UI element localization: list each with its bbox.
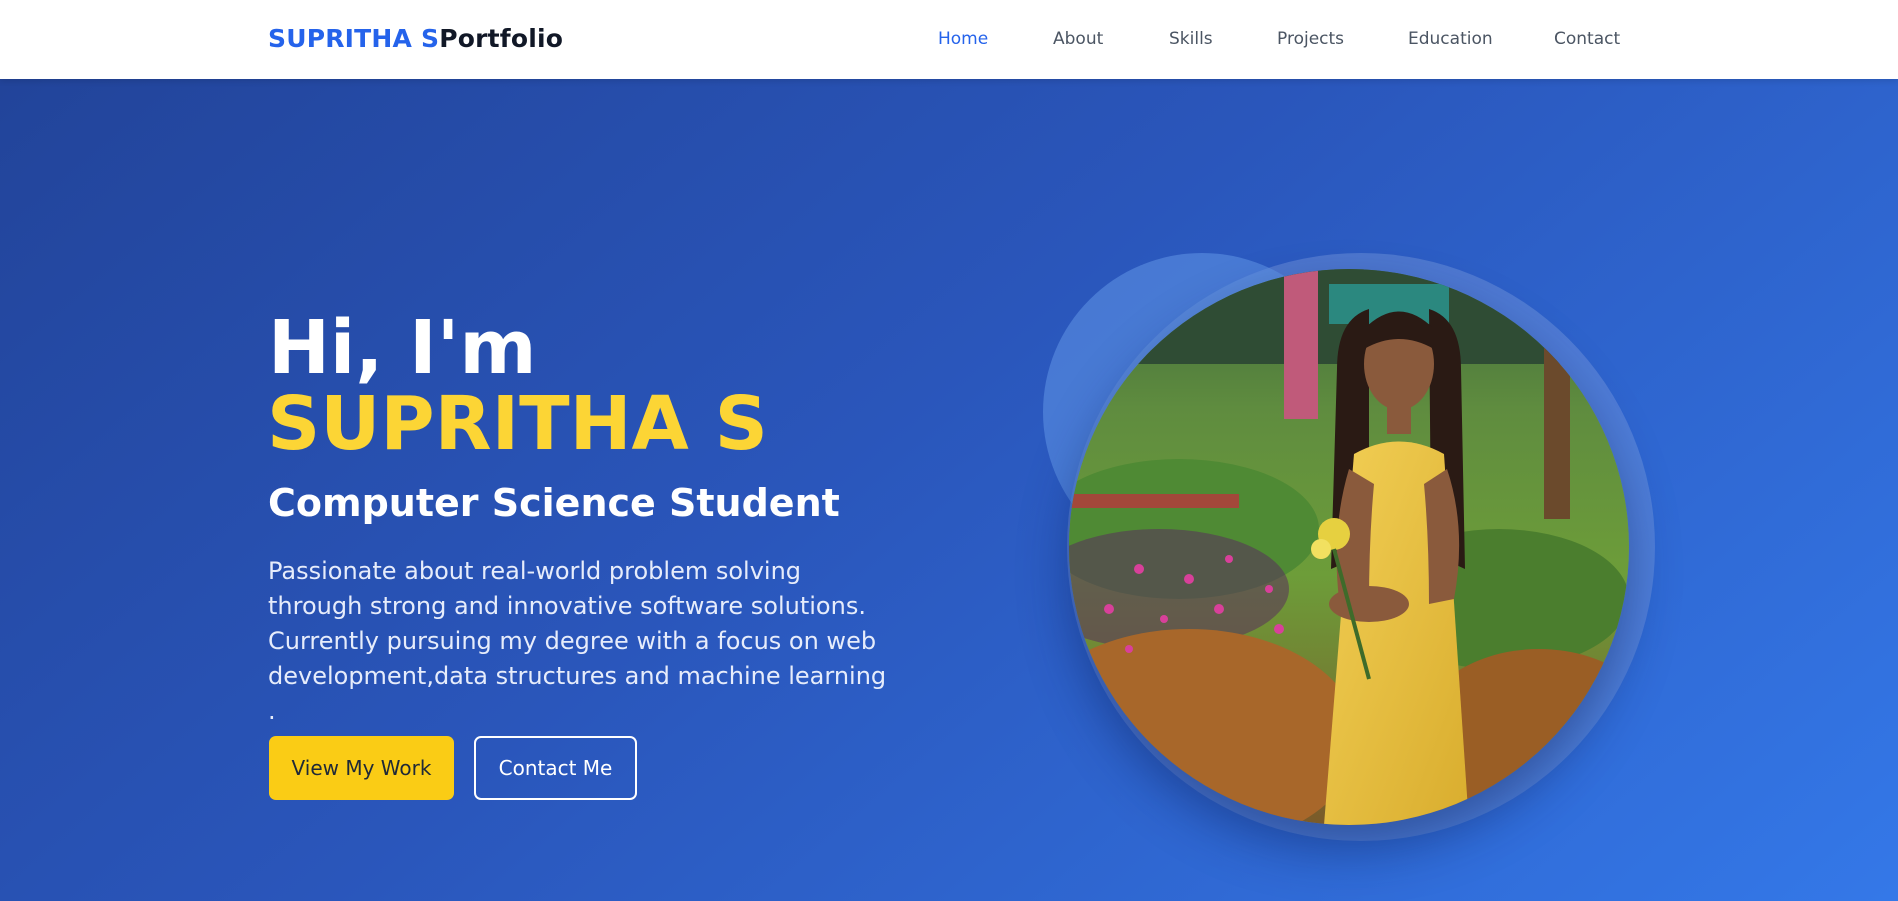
nav-skills[interactable]: Skills [1169, 29, 1213, 49]
nav-contact[interactable]: Contact [1554, 29, 1620, 49]
navbar: SUPRITHA SPortfolio Home About Skills Pr… [0, 0, 1898, 79]
nav-menu: Home About Skills Projects Education Con… [0, 29, 1898, 53]
hero-description: Passionate about real-world problem solv… [268, 557, 887, 725]
hero-name: SUPRITHA S [267, 381, 768, 467]
nav-home[interactable]: Home [938, 29, 988, 49]
hero-role: Computer Science Student [268, 481, 840, 525]
view-my-work-button[interactable]: View My Work [269, 736, 454, 800]
hero-section: Hi, I'm SUPRITHA S Computer Science Stud… [0, 79, 1898, 901]
portrait-image [1069, 269, 1629, 825]
nav-about[interactable]: About [1053, 29, 1103, 49]
contact-me-button[interactable]: Contact Me [474, 736, 637, 800]
nav-projects[interactable]: Projects [1277, 29, 1344, 49]
profile-portrait [1069, 269, 1629, 825]
nav-education[interactable]: Education [1408, 29, 1493, 49]
hero-greeting: Hi, I'm [268, 305, 537, 391]
